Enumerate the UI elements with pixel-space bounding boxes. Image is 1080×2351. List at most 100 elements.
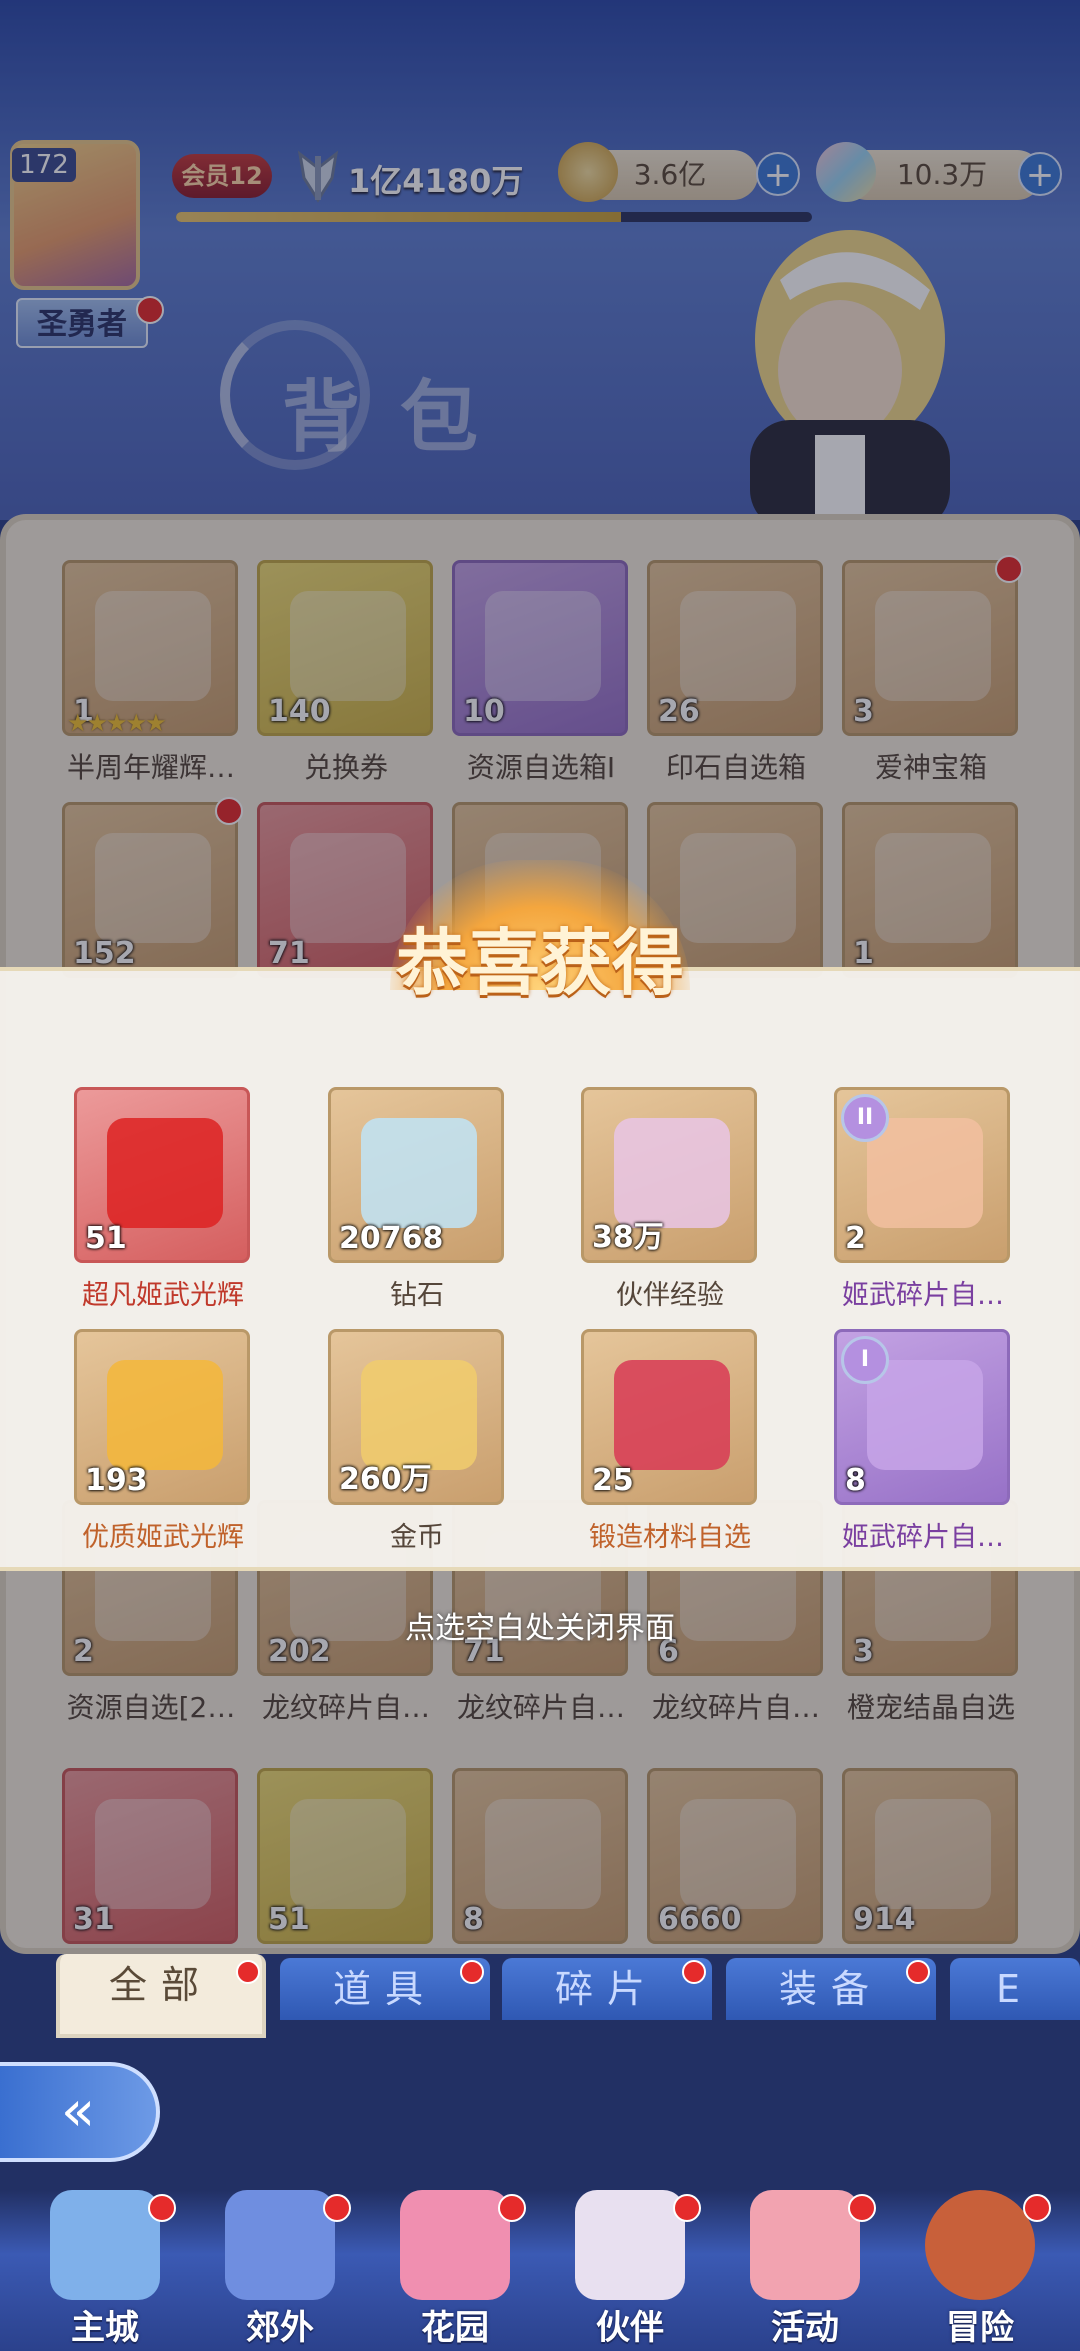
reward-modal-title: 恭喜获得 <box>330 860 750 1005</box>
reward-quantity: 51 <box>85 1221 127 1256</box>
item-art-icon <box>95 591 211 701</box>
reward-quantity: 260万 <box>339 1462 432 1497</box>
inventory-item[interactable]: 6660 <box>647 1768 827 1954</box>
nav-notification-dot <box>323 2194 351 2222</box>
nav-button-4[interactable]: 活动 <box>730 2180 880 2348</box>
reward-slot: I8 <box>834 1329 1010 1505</box>
item-slot: 3 <box>842 555 1023 736</box>
item-slot: 8 <box>452 1768 628 1944</box>
reward-slot: 260万 <box>328 1329 504 1505</box>
tab-2[interactable]: 碎片 <box>502 1958 712 2020</box>
reward-slot: 20768 <box>328 1087 504 1263</box>
add-gold-button[interactable]: + <box>756 152 800 196</box>
item-art-icon <box>875 591 991 701</box>
reward-name: 姬武碎片自… <box>842 1522 1004 1553</box>
player-title-button[interactable]: 圣勇者 <box>16 298 148 348</box>
back-button[interactable]: « <box>0 2062 160 2162</box>
reward-item: 38万伙伴经验 <box>581 1087 761 1312</box>
nav-button-2[interactable]: 花园 <box>380 2180 530 2348</box>
item-slot: 140 <box>257 560 433 736</box>
item-slot: 6660 <box>647 1768 823 1944</box>
tab-4[interactable]: E <box>950 1958 1080 2020</box>
nav-button-3[interactable]: 伙伴 <box>555 2180 705 2348</box>
tab-notification-dot <box>236 1960 260 1984</box>
tab-notification-dot <box>460 1960 484 1984</box>
item-name: 龙纹碎片自… <box>651 1691 820 1724</box>
reward-item: 51 超凡姬武光辉 <box>74 1087 254 1312</box>
reward-art-icon <box>614 1360 730 1470</box>
item-quantity: 71 <box>268 936 310 971</box>
reward-art-icon <box>361 1118 477 1228</box>
item-quantity: 914 <box>853 1902 916 1937</box>
inventory-item[interactable]: 140 兑换券 <box>257 560 437 786</box>
tab-3[interactable]: 装备 <box>726 1958 936 2020</box>
tab-1[interactable]: 道具 <box>280 1958 490 2020</box>
nav-notification-dot <box>1023 2194 1051 2222</box>
item-art-icon <box>485 1799 601 1909</box>
sword-power-icon <box>297 150 339 203</box>
reward-name: 金币 <box>390 1522 444 1553</box>
close-hint[interactable]: 点选空白处关闭界面 <box>340 1607 740 1651</box>
inventory-item[interactable]: 31 <box>62 1768 242 1954</box>
nav-icon <box>750 2190 860 2300</box>
item-quantity: 26 <box>658 694 700 729</box>
inventory-item[interactable]: 1 <box>842 802 1022 988</box>
inventory-item[interactable]: 1 ★★★★★ 半周年耀辉… <box>62 560 242 786</box>
item-name: 半周年耀辉… <box>66 751 235 784</box>
nav-icon <box>50 2190 160 2300</box>
item-stars: ★★★★★ <box>67 709 167 737</box>
reward-item: I 8 姬武碎片自… <box>834 1329 1014 1554</box>
reward-quantity: 38万 <box>592 1220 664 1255</box>
item-name: 爱神宝箱 <box>874 751 987 784</box>
item-name: 兑换券 <box>303 751 388 784</box>
reward-name: 伙伴经验 <box>616 1280 724 1311</box>
tab-0[interactable]: 全部 <box>56 1954 266 2038</box>
reward-item: II 2 姬武碎片自… <box>834 1087 1014 1312</box>
item-name: 资源自选箱I <box>466 751 616 784</box>
nav-label: 伙伴 <box>596 2308 664 2348</box>
nav-icon <box>225 2190 335 2300</box>
nav-label: 主城 <box>71 2308 139 2348</box>
reward-slot: 193 <box>74 1329 250 1505</box>
reward-title-text: 恭喜获得 <box>395 921 684 1005</box>
nav-button-1[interactable]: 郊外 <box>205 2180 355 2348</box>
nav-notification-dot <box>498 2194 526 2222</box>
tier-badge: II <box>841 1094 889 1142</box>
vip-badge[interactable]: 会员12 <box>172 154 272 198</box>
nav-button-0[interactable]: 主城 <box>30 2180 180 2348</box>
reward-quantity: 2 <box>845 1221 866 1256</box>
reward-name: 优质姬武光辉 <box>82 1522 244 1553</box>
item-quantity: 51 <box>268 1902 310 1937</box>
reward-name: 锻造材料自选 <box>589 1522 751 1553</box>
add-diamond-button[interactable]: + <box>1018 152 1062 196</box>
inventory-item[interactable]: 8 <box>452 1768 632 1954</box>
item-name: 印石自选箱 <box>665 751 806 784</box>
item-art-icon <box>680 591 796 701</box>
item-quantity: 202 <box>268 1634 331 1669</box>
title-notification-dot <box>136 296 164 324</box>
tab-notification-dot <box>682 1960 706 1984</box>
item-slot: 914 <box>842 1768 1018 1944</box>
item-quantity: 152 <box>73 936 136 971</box>
page-title: 背包 <box>282 373 519 463</box>
item-name: 橙宠结晶自选 <box>846 1691 1015 1724</box>
reward-quantity: 20768 <box>339 1221 444 1256</box>
item-art-icon <box>290 1799 406 1909</box>
inventory-item[interactable]: 3 爱神宝箱 <box>842 555 1023 786</box>
maid-illustration <box>750 230 950 520</box>
inventory-item[interactable]: 152 <box>62 797 243 988</box>
item-art-icon <box>290 591 406 701</box>
item-slot: 10 <box>452 560 628 736</box>
inventory-item[interactable]: 914 <box>842 1768 1022 1954</box>
inventory-item[interactable]: 51 <box>257 1768 437 1954</box>
inventory-item[interactable]: 26 印石自选箱 <box>647 560 827 786</box>
nav-notification-dot <box>673 2194 701 2222</box>
player-level: 172 <box>12 148 76 182</box>
item-slot: 51 <box>257 1768 433 1944</box>
nav-label: 郊外 <box>246 2308 314 2348</box>
inventory-item[interactable]: 10 资源自选箱I <box>452 560 632 786</box>
item-slot: 1 ★★★★★ <box>62 560 238 737</box>
nav-button-5[interactable]: 冒险 <box>905 2180 1055 2348</box>
item-quantity: 6660 <box>658 1902 742 1937</box>
item-name: 龙纹碎片自… <box>261 1691 430 1724</box>
